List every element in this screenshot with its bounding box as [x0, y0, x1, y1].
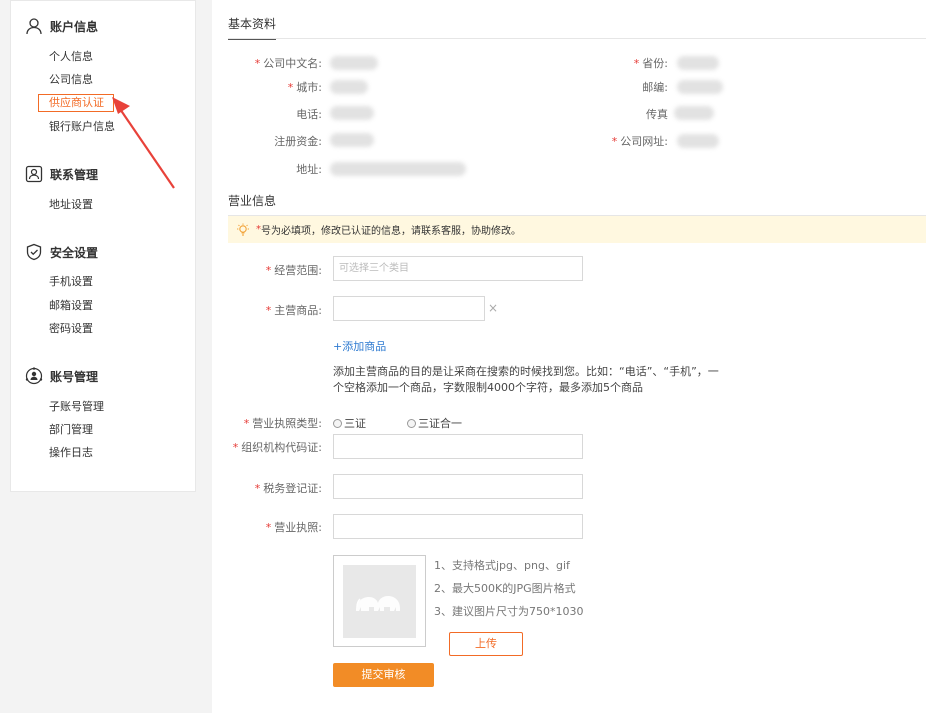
radio-three-in-one[interactable]: 三证合一	[407, 415, 462, 431]
product-help-text: 添加主营商品的目的是让采商在搜索的时候找到您。比如：“电话”、“手机”，一个空格…	[333, 365, 719, 394]
label-tax-registration: * 税务登记证:	[254, 482, 322, 495]
submit-review-button[interactable]: 提交审核	[333, 663, 434, 687]
shield-check-icon	[24, 242, 44, 262]
label-company-cn: * 公司中文名:	[254, 57, 322, 70]
label-province: * 省份:	[633, 57, 668, 70]
label-fax: 传真	[646, 108, 668, 121]
sidebar-group-security: 安全设置	[24, 242, 98, 262]
sidebar-item-departments[interactable]: 部门管理	[49, 423, 93, 437]
label-registered-capital: 注册资金:	[274, 135, 322, 148]
radio-three-certificates[interactable]: 三证	[333, 415, 366, 431]
main-content: 基本资料 * 公司中文名: * 省份: * 城市: 邮编: 电话: 传真 注册资金: …	[212, 0, 950, 713]
user-icon	[24, 16, 44, 36]
section-divider	[228, 38, 926, 39]
label-website: * 公司网址:	[611, 135, 668, 148]
label-org-code: * 组织机构代码证:	[232, 441, 322, 454]
redacted-value	[330, 106, 374, 120]
remove-product-icon[interactable]: ×	[488, 301, 498, 315]
sidebar-item-sub-accounts[interactable]: 子账号管理	[49, 400, 104, 414]
business-scope-select[interactable]: 可选择三个类目	[333, 256, 583, 281]
sidebar-item-password-settings[interactable]: 密码设置	[49, 322, 93, 336]
tax-registration-input[interactable]	[333, 474, 583, 499]
sidebar-item-operation-log[interactable]: 操作日志	[49, 446, 93, 460]
sidebar-item-address-settings[interactable]: 地址设置	[49, 198, 93, 212]
redacted-value	[330, 133, 374, 147]
group-title-label: 账户信息	[50, 19, 99, 34]
section-title-business-info: 营业信息	[228, 192, 277, 217]
sidebar: 账户信息 个人信息 公司信息 供应商认证 银行账户信息 联系管理 地址设置 安全…	[10, 0, 196, 492]
label-address: 地址:	[296, 163, 322, 176]
label-business-license: * 营业执照:	[265, 521, 322, 534]
business-license-input[interactable]	[333, 514, 583, 539]
radio-circle[interactable]	[407, 418, 416, 428]
sidebar-item-phone-settings[interactable]: 手机设置	[49, 275, 93, 289]
label-license-type: * 营业执照类型:	[243, 417, 322, 430]
group-title-label: 账号管理	[50, 369, 99, 384]
upload-tip: 3、建议图片尺寸为750*1030	[434, 605, 584, 618]
main-product-input[interactable]	[333, 296, 485, 321]
sidebar-item-bank-account[interactable]: 银行账户信息	[49, 120, 115, 134]
annotation-arrow-icon	[112, 97, 175, 189]
redacted-value	[330, 56, 378, 70]
sidebar-item-supplier-certification[interactable]: 供应商认证	[38, 94, 114, 112]
radio-circle[interactable]	[333, 418, 342, 428]
add-product-link[interactable]: +添加商品	[333, 338, 386, 354]
label-city: * 城市:	[287, 81, 322, 94]
elephant-watermark-icon	[355, 595, 400, 611]
group-title-label: 安全设置	[50, 245, 99, 260]
label-phone: 电话:	[296, 108, 322, 121]
redacted-value	[677, 56, 719, 70]
sidebar-group-account-management: 账号管理	[24, 366, 98, 386]
lightbulb-icon	[236, 223, 250, 237]
sidebar-group-account-info: 账户信息	[24, 16, 98, 36]
placeholder-image	[343, 565, 416, 638]
section-title-basic-info: 基本资料	[228, 15, 277, 40]
sidebar-group-contact: 联系管理	[24, 164, 98, 184]
org-code-input[interactable]	[333, 434, 583, 459]
upload-tip: 2、最大500K的JPG图片格式	[434, 582, 576, 595]
upload-button[interactable]: 上传	[449, 632, 523, 656]
redacted-value	[330, 162, 466, 176]
label-postcode: 邮编:	[642, 81, 668, 94]
contact-card-icon	[24, 164, 44, 184]
label-business-scope: * 经营范围:	[265, 264, 322, 277]
redacted-value	[677, 80, 723, 94]
redacted-value	[330, 80, 368, 94]
redacted-value	[674, 106, 714, 120]
redacted-value	[677, 134, 719, 148]
label-main-products: * 主营商品:	[265, 304, 322, 317]
license-image-preview[interactable]	[333, 555, 426, 647]
sidebar-item-personal-info[interactable]: 个人信息	[49, 50, 93, 64]
required-notice: * 号为必填项，修改已认证的信息，请联系客服，协助修改。	[228, 216, 926, 243]
notice-text: 号为必填项，修改已认证的信息，请联系客服，协助修改。	[261, 226, 521, 237]
group-title-label: 联系管理	[50, 167, 99, 182]
sidebar-item-company-info[interactable]: 公司信息	[49, 73, 93, 87]
account-network-icon	[24, 366, 44, 386]
sidebar-item-email-settings[interactable]: 邮箱设置	[49, 299, 93, 313]
upload-tip: 1、支持格式jpg、png、gif	[434, 559, 570, 572]
